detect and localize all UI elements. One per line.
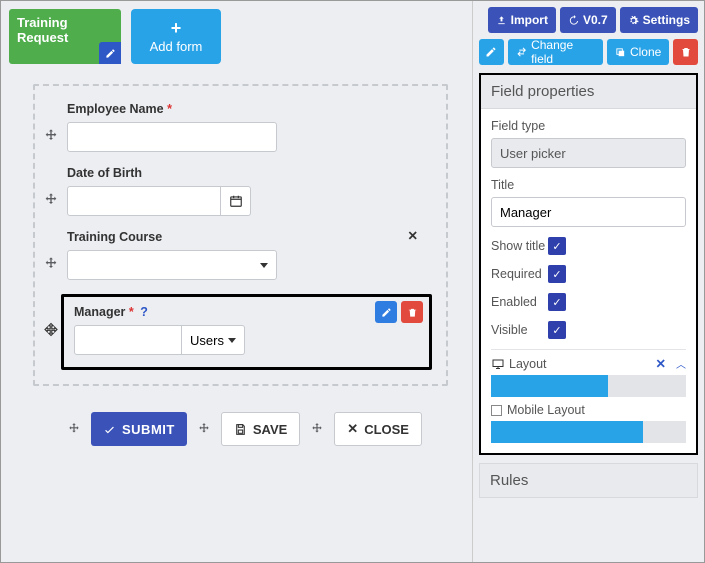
help-icon[interactable]: ?	[140, 305, 148, 319]
chevron-up-icon[interactable]: ︿	[676, 356, 686, 371]
employee-name-input[interactable]	[67, 122, 277, 152]
gear-icon	[628, 15, 639, 26]
delete-button[interactable]	[673, 39, 698, 65]
move-handle-icon[interactable]	[43, 256, 59, 272]
field-label: Date of Birth	[67, 166, 432, 180]
users-dropdown-button[interactable]: Users	[182, 325, 245, 355]
move-handle-icon[interactable]	[67, 422, 81, 436]
edit-field-button[interactable]	[375, 301, 397, 323]
title-label: Title	[491, 178, 686, 192]
required-star: *	[129, 305, 134, 319]
desktop-icon	[491, 358, 505, 370]
upload-icon	[496, 15, 507, 26]
layout-section-header[interactable]: Layout ✕ ︿	[491, 349, 686, 371]
visible-label: Visible	[491, 323, 528, 337]
version-button[interactable]: V0.7	[560, 7, 616, 33]
properties-panel-area: Import V0.7 Settings Change field Clone	[472, 1, 704, 562]
enabled-label: Enabled	[491, 295, 537, 309]
caret-down-icon	[228, 338, 236, 343]
field-type-label: Field type	[491, 119, 686, 133]
training-course-select[interactable]	[67, 250, 277, 280]
caret-down-icon	[260, 263, 268, 268]
calendar-icon	[229, 194, 243, 208]
enabled-checkbox[interactable]: ✓	[548, 293, 566, 311]
field-label: Manager * ?	[74, 305, 419, 319]
save-button[interactable]: Save	[221, 412, 300, 446]
form-tab-label: Training Request	[17, 15, 68, 45]
submit-button[interactable]: Submit	[91, 412, 187, 446]
move-handle-icon[interactable]	[310, 422, 324, 436]
field-label: Training Course ✕	[67, 230, 432, 244]
calendar-button[interactable]	[221, 186, 251, 216]
required-label: Required	[491, 267, 542, 281]
show-title-checkbox[interactable]: ✓	[548, 237, 566, 255]
plus-icon: +	[171, 19, 182, 37]
panel-title: Field properties	[481, 75, 696, 109]
form-tab-training-request[interactable]: Training Request	[9, 9, 121, 64]
mobile-layout-checkbox[interactable]	[491, 405, 502, 416]
history-icon	[568, 15, 579, 26]
field-date-of-birth[interactable]: Date of Birth	[49, 166, 432, 216]
field-employee-name[interactable]: Employee Name *	[49, 102, 432, 152]
required-star: *	[167, 102, 172, 116]
field-training-course[interactable]: Training Course ✕	[49, 230, 432, 280]
delete-field-button[interactable]	[401, 301, 423, 323]
move-handle-icon[interactable]	[197, 422, 211, 436]
add-form-label: Add form	[150, 39, 203, 54]
move-handle-icon[interactable]	[43, 128, 59, 144]
mobile-layout-row[interactable]: Mobile Layout	[491, 403, 686, 417]
show-title-label: Show title	[491, 239, 545, 253]
save-icon	[234, 423, 247, 436]
required-checkbox[interactable]: ✓	[548, 265, 566, 283]
move-handle-icon[interactable]	[42, 322, 60, 340]
field-manager-selected[interactable]: Manager * ? Users	[61, 294, 432, 370]
settings-button[interactable]: Settings	[620, 7, 698, 33]
field-properties-panel: Field properties Field type User picker …	[479, 73, 698, 455]
add-form-button[interactable]: + Add form	[131, 9, 221, 64]
change-field-button[interactable]: Change field	[508, 39, 603, 65]
swap-icon	[516, 46, 527, 58]
dob-input[interactable]	[67, 186, 221, 216]
trash-icon	[407, 307, 418, 318]
rules-section-header[interactable]: Rules	[479, 463, 698, 498]
field-type-value: User picker	[491, 138, 686, 168]
title-input[interactable]	[491, 197, 686, 227]
edit-form-tab-button[interactable]	[99, 42, 121, 64]
clone-button[interactable]: Clone	[607, 39, 669, 65]
layout-close-icon[interactable]: ✕	[656, 356, 666, 371]
pencil-icon	[381, 307, 392, 318]
move-handle-icon[interactable]	[43, 192, 59, 208]
mobile-layout-slider[interactable]	[491, 421, 686, 443]
clone-icon	[615, 47, 626, 58]
close-button[interactable]: ✕ Close	[334, 412, 422, 446]
close-icon: ✕	[347, 421, 358, 437]
field-label: Employee Name *	[67, 102, 432, 116]
remove-x-icon[interactable]: ✕	[408, 228, 418, 243]
pencil-icon	[485, 46, 497, 58]
manager-input[interactable]	[74, 325, 182, 355]
import-button[interactable]: Import	[488, 7, 556, 33]
edit-button[interactable]	[479, 39, 504, 65]
form-designer-canvas-area: Training Request + Add form Employee Nam…	[1, 1, 472, 562]
layout-slider[interactable]	[491, 375, 686, 397]
form-canvas: Employee Name * Date of Birth	[33, 84, 448, 386]
trash-icon	[680, 46, 692, 58]
pencil-icon	[105, 48, 116, 59]
visible-checkbox[interactable]: ✓	[548, 321, 566, 339]
check-icon	[103, 423, 116, 436]
